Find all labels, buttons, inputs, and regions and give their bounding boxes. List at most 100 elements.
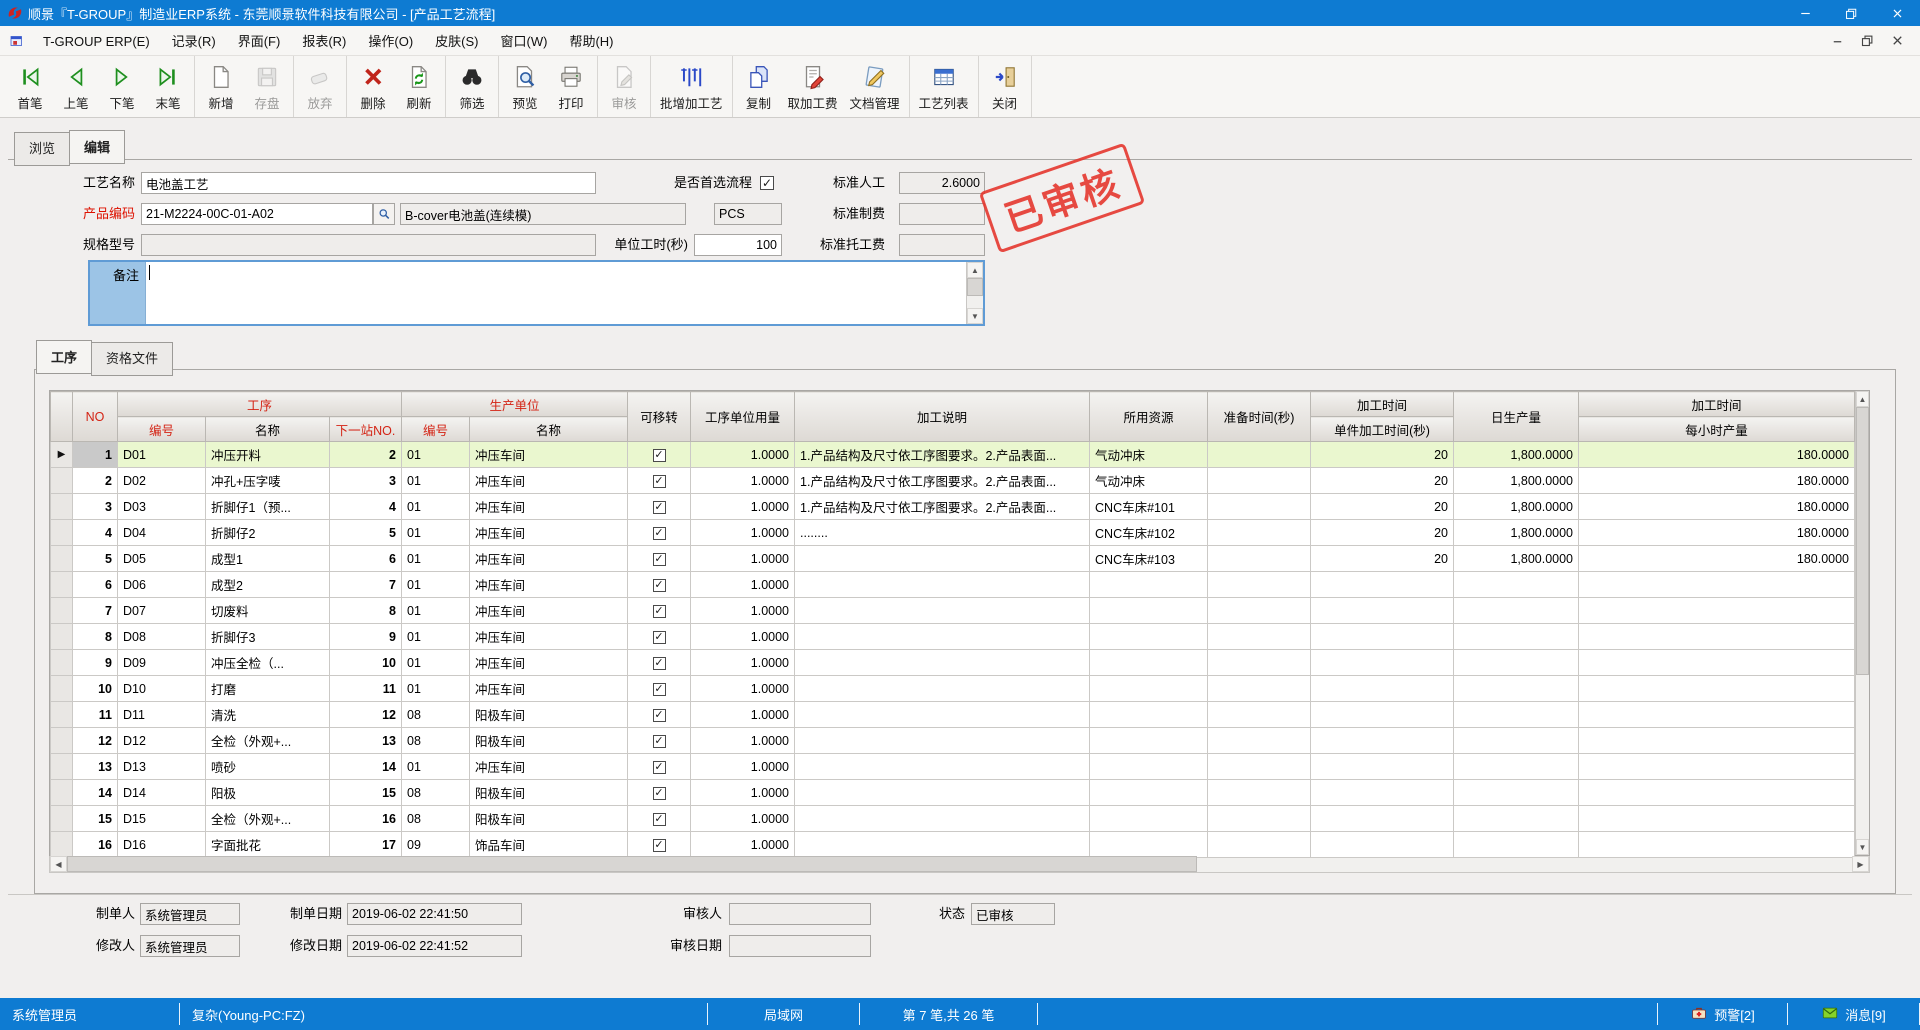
scroll-thumb[interactable]: [67, 856, 1197, 872]
grid-cell[interactable]: [795, 780, 1090, 806]
movable-checkbox[interactable]: [653, 605, 666, 618]
grid-cell[interactable]: [1311, 728, 1454, 754]
grid-cell[interactable]: [628, 780, 691, 806]
grid-cell[interactable]: [628, 546, 691, 572]
grid-cell[interactable]: [1208, 494, 1311, 520]
grid-cell[interactable]: 1.0000: [691, 442, 795, 468]
movable-checkbox[interactable]: [653, 527, 666, 540]
grid-cell[interactable]: [1208, 702, 1311, 728]
col-header-daily-output[interactable]: 日生产量: [1454, 392, 1579, 442]
grid-cell[interactable]: 3: [330, 468, 402, 494]
col-header-next-station[interactable]: 下一站NO.: [330, 417, 402, 442]
grid-cell[interactable]: [1579, 754, 1855, 780]
grid-cell[interactable]: CNC车床#101: [1090, 494, 1208, 520]
col-header-resource[interactable]: 所用资源: [1090, 392, 1208, 442]
grid-cell[interactable]: 折脚仔2: [206, 520, 330, 546]
grid-cell[interactable]: [1208, 676, 1311, 702]
grid-row[interactable]: 10D10打磨1101冲压车间1.0000: [51, 676, 1855, 702]
grid-cell[interactable]: 阳极车间: [470, 806, 628, 832]
grid-cell[interactable]: [628, 676, 691, 702]
grid-cell[interactable]: [1454, 572, 1579, 598]
window-close-button[interactable]: [1874, 0, 1920, 26]
grid-cell[interactable]: 冲压车间: [470, 598, 628, 624]
col-header-unit-code[interactable]: 编号: [402, 417, 470, 442]
grid-cell[interactable]: 打磨: [206, 676, 330, 702]
menu-item-4[interactable]: 操作(O): [357, 30, 424, 53]
grid-cell[interactable]: 180.0000: [1579, 494, 1855, 520]
grid-cell[interactable]: [1090, 572, 1208, 598]
movable-checkbox[interactable]: [653, 475, 666, 488]
grid-cell[interactable]: D14: [118, 780, 206, 806]
grid-cell[interactable]: [51, 676, 73, 702]
grid-cell[interactable]: 1,800.0000: [1454, 546, 1579, 572]
grid-cell[interactable]: 01: [402, 468, 470, 494]
grid-cell[interactable]: [628, 624, 691, 650]
mdi-close-button[interactable]: [1884, 31, 1910, 51]
toolbar-button-nav-next[interactable]: 下笔: [99, 56, 145, 117]
grid-cell[interactable]: [1208, 520, 1311, 546]
grid-cell[interactable]: [1579, 832, 1855, 858]
process-name-input[interactable]: [141, 172, 596, 194]
grid-cell[interactable]: [1579, 572, 1855, 598]
grid-cell[interactable]: [51, 546, 73, 572]
grid-cell[interactable]: 14: [330, 754, 402, 780]
movable-checkbox[interactable]: [653, 553, 666, 566]
grid-cell[interactable]: [1208, 468, 1311, 494]
toolbar-button-batch-add[interactable]: 批增加工艺: [654, 56, 729, 117]
view-tab-1[interactable]: 编辑: [69, 130, 125, 164]
grid-cell[interactable]: 180.0000: [1579, 546, 1855, 572]
movable-checkbox[interactable]: [653, 579, 666, 592]
grid-cell[interactable]: [1311, 702, 1454, 728]
grid-cell[interactable]: D02: [118, 468, 206, 494]
grid-cell[interactable]: [1454, 754, 1579, 780]
menu-item-3[interactable]: 报表(R): [291, 30, 357, 53]
grid-cell[interactable]: 折脚仔3: [206, 624, 330, 650]
grid-cell[interactable]: [628, 572, 691, 598]
toolbar-button-doc-manage[interactable]: 文档管理: [844, 56, 906, 117]
grid-cell[interactable]: 01: [402, 572, 470, 598]
grid-cell[interactable]: 气动冲床: [1090, 468, 1208, 494]
grid-cell[interactable]: 1.产品结构及尺寸依工序图要求。2.产品表面...: [795, 468, 1090, 494]
grid-cell[interactable]: [51, 780, 73, 806]
detail-tab-1[interactable]: 资格文件: [91, 342, 173, 376]
grid-cell[interactable]: 冲压开料: [206, 442, 330, 468]
grid-cell[interactable]: [1579, 728, 1855, 754]
grid-cell[interactable]: 01: [402, 598, 470, 624]
grid-cell[interactable]: 2: [330, 442, 402, 468]
grid-cell[interactable]: 180.0000: [1579, 520, 1855, 546]
toolbar-button-binoculars[interactable]: 筛选: [449, 56, 495, 117]
grid-cell[interactable]: 20: [1311, 494, 1454, 520]
grid-cell[interactable]: 12: [73, 728, 118, 754]
grid-cell[interactable]: [1208, 598, 1311, 624]
grid-cell[interactable]: 冲压车间: [470, 624, 628, 650]
grid-cell[interactable]: 20: [1311, 520, 1454, 546]
grid-cell[interactable]: 20: [1311, 468, 1454, 494]
product-lookup-button[interactable]: [373, 203, 395, 225]
grid-cell[interactable]: 8: [330, 598, 402, 624]
grid-cell[interactable]: [51, 598, 73, 624]
mdi-restore-button[interactable]: [1854, 31, 1880, 51]
grid-cell[interactable]: D07: [118, 598, 206, 624]
grid-cell[interactable]: D09: [118, 650, 206, 676]
grid-cell[interactable]: [1579, 650, 1855, 676]
grid-cell[interactable]: [628, 728, 691, 754]
grid-cell[interactable]: 09: [402, 832, 470, 858]
grid-cell[interactable]: 7: [330, 572, 402, 598]
grid-row[interactable]: 12D12全检（外观+...1308阳极车间1.0000: [51, 728, 1855, 754]
grid-cell[interactable]: 01: [402, 442, 470, 468]
grid-cell[interactable]: [1208, 546, 1311, 572]
col-group-proc-time[interactable]: 加工时间: [1311, 392, 1454, 417]
movable-checkbox[interactable]: [653, 657, 666, 670]
grid-cell[interactable]: 1.0000: [691, 728, 795, 754]
grid-cell[interactable]: [795, 650, 1090, 676]
grid-cell[interactable]: [795, 754, 1090, 780]
grid-cell[interactable]: [1454, 624, 1579, 650]
grid-cell[interactable]: [51, 650, 73, 676]
grid-cell[interactable]: D11: [118, 702, 206, 728]
grid-cell[interactable]: [628, 806, 691, 832]
grid-cell[interactable]: [795, 806, 1090, 832]
grid-cell[interactable]: 阳极车间: [470, 780, 628, 806]
grid-cell[interactable]: [628, 520, 691, 546]
grid-cell[interactable]: [795, 702, 1090, 728]
grid-horizontal-scrollbar[interactable]: ◀ ▶: [49, 856, 1870, 873]
